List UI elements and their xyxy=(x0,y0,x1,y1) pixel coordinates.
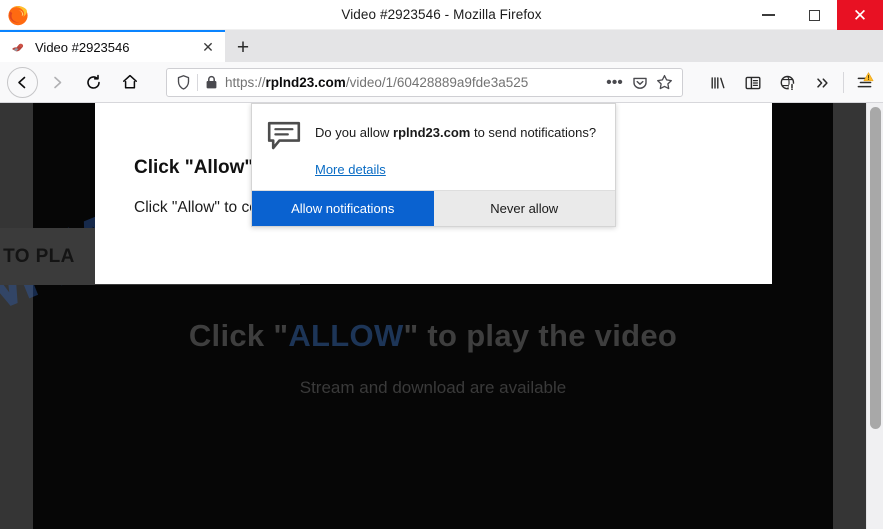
new-tab-button[interactable]: + xyxy=(228,33,258,61)
tab-strip: Video #2923546 ✕ + xyxy=(0,30,883,62)
arrow-right-icon xyxy=(54,76,62,88)
menu-warning-badge-icon xyxy=(863,69,874,82)
minimize-button[interactable] xyxy=(745,0,791,30)
home-icon xyxy=(122,74,137,89)
sidebar-icon[interactable] xyxy=(736,66,769,99)
maximize-button[interactable] xyxy=(791,0,837,30)
page-actions-icon[interactable]: ••• xyxy=(603,71,626,94)
forward-button[interactable] xyxy=(41,66,74,99)
overflow-chevrons-icon[interactable] xyxy=(806,66,839,99)
bookmark-star-icon[interactable] xyxy=(653,71,676,94)
maximize-icon xyxy=(808,9,820,21)
url-text[interactable]: https://rplnd23.com/video/1/60428889a9fd… xyxy=(225,75,601,90)
home-button[interactable] xyxy=(113,66,146,99)
notification-dialog-buttons: Allow notifications Never allow xyxy=(252,190,615,226)
tracking-protection-shield-icon[interactable] xyxy=(175,74,192,91)
headline-suffix: " to play the video xyxy=(403,318,678,353)
close-window-button[interactable]: ✕ xyxy=(837,0,883,30)
toolbar-separator xyxy=(843,72,844,93)
never-allow-button[interactable]: Never allow xyxy=(433,191,615,226)
video-subline: Stream and download are available xyxy=(299,378,567,397)
window-controls: ✕ xyxy=(745,0,883,30)
back-button[interactable] xyxy=(7,66,38,98)
question-domain: rplnd23.com xyxy=(393,125,471,140)
url-scheme: https:// xyxy=(225,75,266,90)
tab-title: Video #2923546 xyxy=(35,39,130,55)
url-path: /video/1/60428889a9fde3a525 xyxy=(345,75,529,90)
pocket-icon[interactable] xyxy=(628,71,651,94)
lock-icon[interactable] xyxy=(205,75,218,90)
url-bar[interactable]: https://rplnd23.com/video/1/60428889a9fd… xyxy=(166,68,683,97)
tab-favicon-icon xyxy=(10,39,26,55)
url-host: rplnd23.com xyxy=(265,75,346,90)
notification-bubble-icon xyxy=(267,121,301,152)
notification-dialog-body: Do you allow rplnd23.com to send notific… xyxy=(252,104,615,191)
close-icon: ✕ xyxy=(852,5,868,25)
tab-video-2923546[interactable]: Video #2923546 ✕ xyxy=(0,30,225,62)
question-prefix: Do you allow xyxy=(315,125,394,140)
arrow-left-icon xyxy=(18,76,26,88)
notification-question: Do you allow rplnd23.com to send notific… xyxy=(315,124,605,142)
browser-window: Video #2923546 - Mozilla Firefox ✕ Video… xyxy=(0,0,883,529)
headline-allow-word: ALLOW xyxy=(288,318,404,353)
banner-fragment-text: " TO PLA xyxy=(0,245,75,267)
question-suffix: to send notifications? xyxy=(470,125,597,140)
toolbar-right-icons xyxy=(701,66,883,99)
reload-button[interactable] xyxy=(77,66,110,99)
app-menu-button[interactable] xyxy=(848,66,881,99)
reload-icon xyxy=(87,74,100,89)
video-headline: Click "ALLOW" to play the video xyxy=(33,318,833,354)
notification-permission-dialog[interactable]: Do you allow rplnd23.com to send notific… xyxy=(251,103,616,227)
account-warning-icon[interactable] xyxy=(771,66,804,99)
page-content: Click "ALLOW" to play the video Stream a… xyxy=(0,103,883,529)
library-icon[interactable] xyxy=(701,66,734,99)
instruction-card-title: Click "Allow" xyxy=(134,157,254,178)
minimize-icon xyxy=(761,14,775,16)
vertical-scrollbar[interactable] xyxy=(866,103,883,529)
url-divider xyxy=(197,74,198,91)
more-details-link[interactable]: More details xyxy=(315,162,386,177)
allow-notifications-button[interactable]: Allow notifications xyxy=(252,191,434,226)
title-bar: Video #2923546 - Mozilla Firefox ✕ xyxy=(0,0,883,30)
scrollbar-thumb[interactable] xyxy=(870,107,881,429)
navigation-toolbar: https://rplnd23.com/video/1/60428889a9fd… xyxy=(0,62,883,103)
headline-prefix: Click " xyxy=(188,318,289,353)
tab-close-icon[interactable]: ✕ xyxy=(199,38,217,56)
